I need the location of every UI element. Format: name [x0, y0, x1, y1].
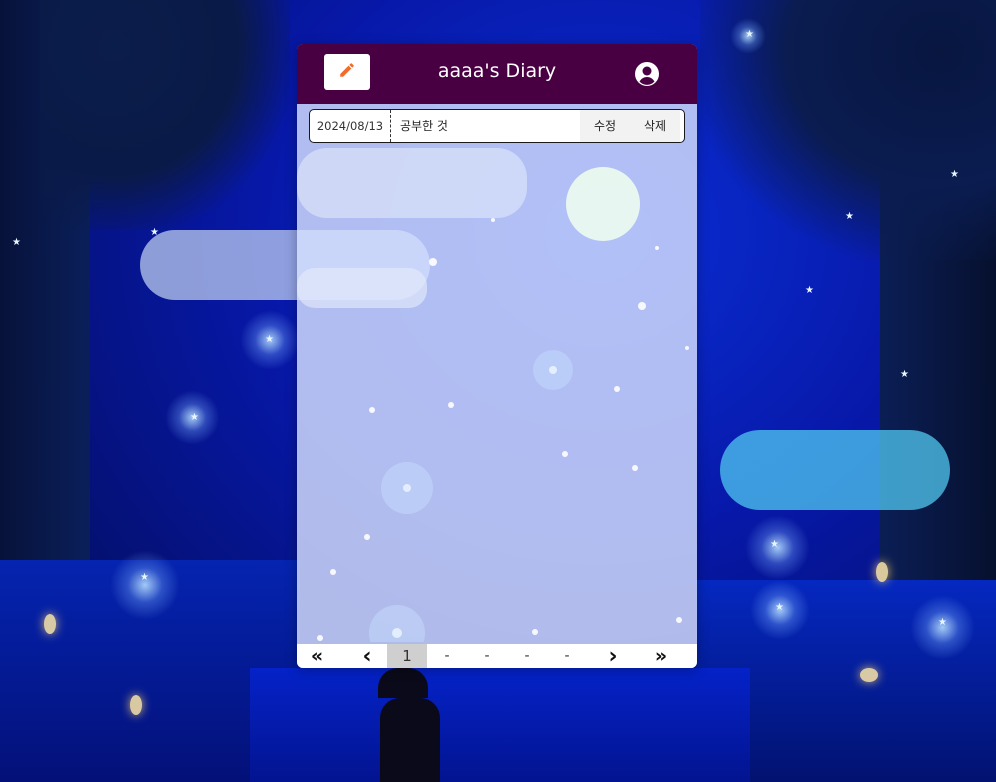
star: ★: [190, 412, 199, 423]
cloud-shape: [297, 148, 527, 218]
double-chevron-right-icon: »: [654, 645, 668, 667]
glow-orb: [110, 550, 180, 620]
first-page-button[interactable]: «: [297, 644, 337, 668]
star: ★: [938, 617, 947, 628]
sitting-person-silhouette: [378, 668, 428, 698]
sitting-person-body: [380, 698, 440, 782]
page-number-button[interactable]: 1: [387, 644, 427, 668]
page-number-button[interactable]: -: [507, 644, 547, 668]
page-number-button[interactable]: -: [547, 644, 587, 668]
star: ★: [805, 285, 814, 296]
moon-scene: [297, 148, 689, 661]
edit-entry-button[interactable]: 수정: [580, 110, 630, 142]
page-number-button[interactable]: -: [427, 644, 467, 668]
star: ★: [775, 602, 784, 613]
star: ★: [745, 29, 754, 40]
firefly: [860, 668, 878, 682]
star: ★: [150, 227, 159, 238]
firefly: [876, 562, 888, 582]
user-circle-icon: [634, 62, 660, 91]
diary-panel: aaaa's Diary 2024/08/13 공부한 것 수정 삭제 « ‹ …: [297, 44, 697, 668]
firefly: [130, 695, 142, 715]
tree-branch-left: [40, 0, 290, 230]
last-page-button[interactable]: »: [641, 644, 681, 668]
star: ★: [265, 334, 274, 345]
entry-date: 2024/08/13: [310, 110, 391, 142]
prev-page-button[interactable]: ‹: [347, 643, 387, 669]
star: ★: [900, 369, 909, 380]
ground-bottom: [250, 668, 750, 782]
diary-header: aaaa's Diary: [297, 44, 697, 104]
star: ★: [770, 539, 779, 550]
cloud-shape: [297, 268, 427, 308]
profile-button[interactable]: [634, 61, 660, 87]
chevron-left-icon: ‹: [362, 643, 372, 669]
star: ★: [12, 237, 21, 248]
moon: [566, 167, 640, 241]
diary-content-area: [297, 148, 697, 661]
glow-orb: [369, 605, 425, 661]
pagination: « ‹ 1 - - - - › »: [297, 644, 697, 668]
entry-title[interactable]: 공부한 것: [400, 110, 448, 142]
star: ★: [845, 211, 854, 222]
firefly: [44, 614, 56, 634]
diary-entry-row[interactable]: 2024/08/13 공부한 것 수정 삭제: [309, 109, 685, 143]
chevron-right-icon: ›: [608, 643, 618, 669]
double-chevron-left-icon: «: [310, 645, 324, 667]
next-page-button[interactable]: ›: [593, 643, 633, 669]
glow-orb: [533, 350, 573, 390]
delete-entry-button[interactable]: 삭제: [630, 110, 680, 142]
star: ★: [950, 169, 959, 180]
glow-orb: [381, 462, 433, 514]
page-number-button[interactable]: -: [467, 644, 507, 668]
star: ★: [140, 572, 149, 583]
cloud-right: [720, 430, 950, 510]
